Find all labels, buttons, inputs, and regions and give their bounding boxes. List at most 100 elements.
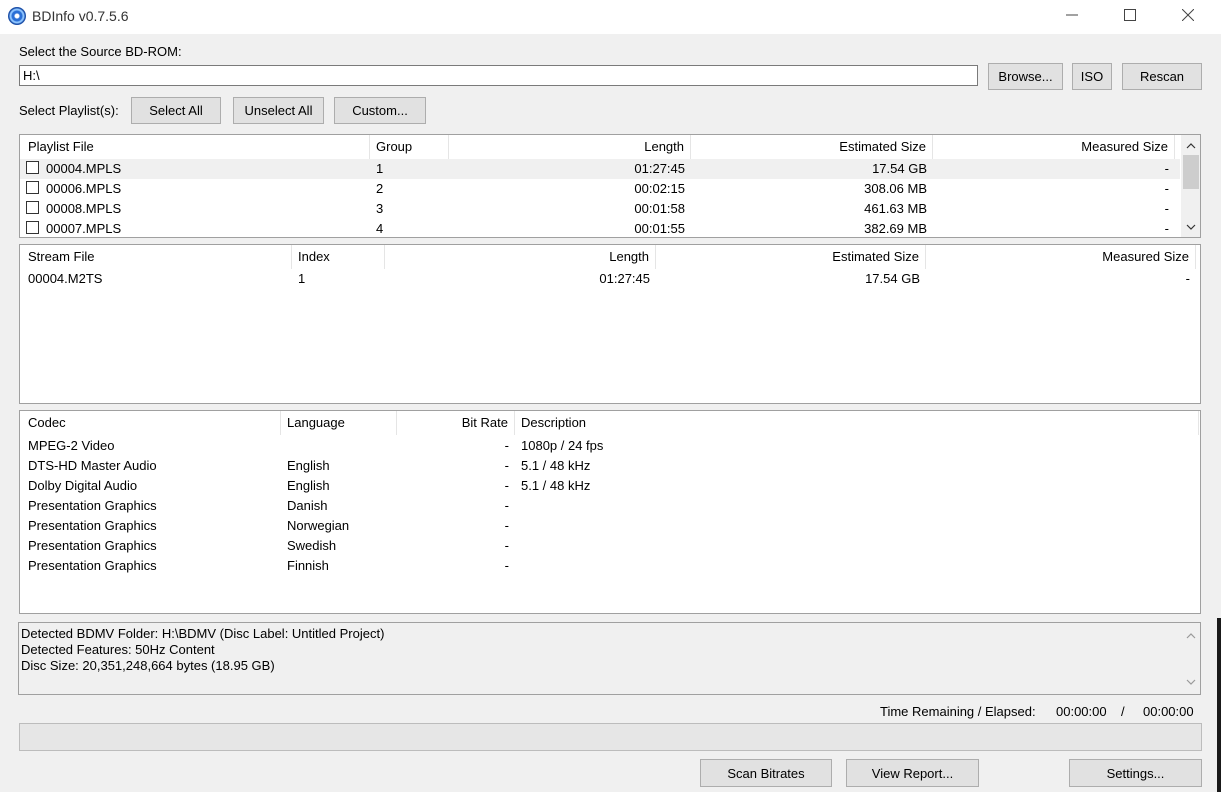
source-path-input[interactable]: H:\ xyxy=(19,65,978,86)
codec-language xyxy=(281,436,397,456)
playlist-row[interactable]: 00006.MPLS 2 00:02:15 308.06 MB - xyxy=(20,179,1180,199)
background-window-edge xyxy=(1217,618,1221,792)
stream-row[interactable]: 00004.M2TS 1 01:27:45 17.54 GB - xyxy=(20,269,1200,289)
scroll-up-icon[interactable] xyxy=(1181,137,1200,154)
codec-name: Dolby Digital Audio xyxy=(28,478,138,493)
codec-language: Danish xyxy=(287,498,328,513)
codec-row[interactable]: Dolby Digital Audio English - 5.1 / 48 k… xyxy=(20,476,1200,496)
codec-description: 5.1 / 48 kHz xyxy=(521,478,591,493)
playlist-row[interactable]: 00004.MPLS 1 01:27:45 17.54 GB - xyxy=(20,159,1180,179)
codec-description: 1080p / 24 fps xyxy=(521,438,604,453)
playlist-file: 00004.MPLS xyxy=(46,161,122,176)
codec-name: Presentation Graphics xyxy=(28,518,157,533)
iso-button[interactable]: ISO xyxy=(1072,63,1112,90)
view-report-button[interactable]: View Report... xyxy=(846,759,979,787)
playlist-file: 00006.MPLS xyxy=(46,181,122,196)
codec-description: 5.1 / 48 kHz xyxy=(521,458,591,473)
time-remaining: 00:00:00 xyxy=(1056,704,1107,719)
stream-index: 1 xyxy=(298,271,306,286)
stream-list[interactable]: Stream File Index Length Estimated Size … xyxy=(19,244,1201,404)
col-estimated-size[interactable]: Estimated Size xyxy=(691,135,933,159)
col-language[interactable]: Language xyxy=(281,411,397,435)
playlist-row[interactable]: 00007.MPLS 4 00:01:55 382.69 MB - xyxy=(20,219,1180,237)
maximize-icon xyxy=(1124,9,1136,21)
playlist-scroll-thumb[interactable] xyxy=(1183,155,1199,189)
codec-row[interactable]: DTS-HD Master Audio English - 5.1 / 48 k… xyxy=(20,456,1200,476)
playlist-length: 00:01:55 xyxy=(634,221,685,236)
time-elapsed: 00:00:00 xyxy=(1143,704,1194,719)
codec-description xyxy=(515,556,1199,576)
codec-language: Swedish xyxy=(287,538,337,553)
log-scroll-up-icon[interactable] xyxy=(1186,627,1196,642)
select-playlists-label: Select Playlist(s): xyxy=(19,103,119,118)
stream-file: 00004.M2TS xyxy=(28,271,103,286)
playlist-estimated-size: 461.63 MB xyxy=(864,201,927,216)
playlist-length: 01:27:45 xyxy=(634,161,685,176)
codec-description xyxy=(515,536,1199,556)
playlist-checkbox[interactable] xyxy=(26,181,39,194)
codec-bit-rate: - xyxy=(504,458,509,473)
col-measured-size[interactable]: Measured Size xyxy=(933,135,1175,159)
codec-row[interactable]: MPEG-2 Video - 1080p / 24 fps xyxy=(20,436,1200,456)
minimize-button[interactable] xyxy=(1043,0,1101,30)
settings-button[interactable]: Settings... xyxy=(1069,759,1202,787)
col-codec[interactable]: Codec xyxy=(22,411,281,435)
maximize-button[interactable] xyxy=(1101,0,1159,30)
codec-bit-rate: - xyxy=(504,498,509,513)
playlist-scrollbar[interactable] xyxy=(1181,135,1200,237)
playlist-length: 00:02:15 xyxy=(634,181,685,196)
col-stream-measured-size[interactable]: Measured Size xyxy=(926,245,1196,269)
codec-bit-rate: - xyxy=(504,438,509,453)
playlist-measured-size: - xyxy=(1164,221,1169,236)
playlist-measured-size: - xyxy=(1164,201,1169,216)
playlist-checkbox[interactable] xyxy=(26,221,39,234)
log-textbox[interactable]: Detected BDMV Folder: H:\BDMV (Disc Labe… xyxy=(18,622,1201,695)
playlist-row[interactable]: 00008.MPLS 3 00:01:58 461.63 MB - xyxy=(20,199,1180,219)
stream-estimated-size: 17.54 GB xyxy=(865,271,920,286)
select-all-button[interactable]: Select All xyxy=(131,97,221,124)
codec-language: English xyxy=(287,458,330,473)
col-stream-estimated-size[interactable]: Estimated Size xyxy=(656,245,926,269)
col-stream-file[interactable]: Stream File xyxy=(22,245,292,269)
scan-bitrates-button[interactable]: Scan Bitrates xyxy=(700,759,832,787)
time-separator: / xyxy=(1121,704,1125,719)
scroll-down-icon[interactable] xyxy=(1181,218,1200,235)
custom-button[interactable]: Custom... xyxy=(334,97,426,124)
col-bit-rate[interactable]: Bit Rate xyxy=(397,411,515,435)
playlist-checkbox[interactable] xyxy=(26,161,39,174)
minimize-icon xyxy=(1066,14,1078,16)
col-group[interactable]: Group xyxy=(370,135,449,159)
log-scroll-down-icon[interactable] xyxy=(1186,673,1196,688)
codec-description xyxy=(515,516,1199,536)
col-description[interactable]: Description xyxy=(515,411,1199,435)
playlist-estimated-size: 308.06 MB xyxy=(864,181,927,196)
codec-row[interactable]: Presentation Graphics Norwegian - xyxy=(20,516,1200,536)
col-stream-length[interactable]: Length xyxy=(385,245,656,269)
playlist-group: 3 xyxy=(376,201,384,216)
codec-name: Presentation Graphics xyxy=(28,538,157,553)
browse-button[interactable]: Browse... xyxy=(988,63,1063,90)
col-length[interactable]: Length xyxy=(449,135,691,159)
playlist-file: 00007.MPLS xyxy=(46,221,122,236)
codec-row[interactable]: Presentation Graphics Danish - xyxy=(20,496,1200,516)
rescan-button[interactable]: Rescan xyxy=(1122,63,1202,90)
stream-header: Stream File Index Length Estimated Size … xyxy=(20,245,1200,269)
title-bar xyxy=(0,0,1221,34)
playlist-list[interactable]: Playlist File Group Length Estimated Siz… xyxy=(19,134,1201,238)
codec-row[interactable]: Presentation Graphics Finnish - xyxy=(20,556,1200,576)
codec-row[interactable]: Presentation Graphics Swedish - xyxy=(20,536,1200,556)
log-line: Detected Features: 50Hz Content xyxy=(21,642,215,657)
col-index[interactable]: Index xyxy=(292,245,385,269)
codec-name: MPEG-2 Video xyxy=(28,438,115,453)
codec-bit-rate: - xyxy=(504,538,509,553)
stream-measured-size: - xyxy=(1185,271,1190,286)
unselect-all-button[interactable]: Unselect All xyxy=(233,97,324,124)
stream-length: 01:27:45 xyxy=(599,271,650,286)
playlist-measured-size: - xyxy=(1164,181,1169,196)
close-button[interactable] xyxy=(1159,0,1217,30)
playlist-checkbox[interactable] xyxy=(26,201,39,214)
window-title: BDInfo v0.7.5.6 xyxy=(32,8,129,24)
codec-list[interactable]: Codec Language Bit Rate Description MPEG… xyxy=(19,410,1201,614)
col-playlist-file[interactable]: Playlist File xyxy=(22,135,370,159)
codec-bit-rate: - xyxy=(504,478,509,493)
